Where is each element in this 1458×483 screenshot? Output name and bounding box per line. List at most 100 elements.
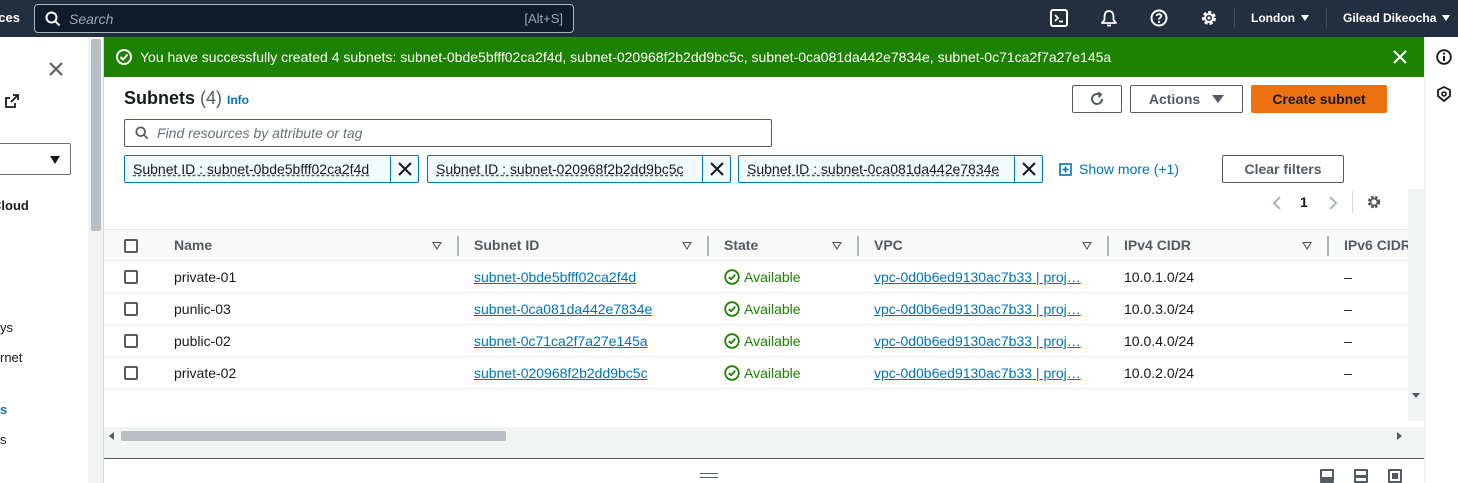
filter-search-input[interactable] xyxy=(157,124,757,142)
settings-button[interactable] xyxy=(1199,8,1219,28)
nav-item[interactable]: ys xyxy=(0,320,13,335)
scroll-down-arrow[interactable] xyxy=(1412,393,1420,398)
nav-item-active[interactable]: s xyxy=(0,402,7,417)
account-name: Gilead Dikeocha xyxy=(1343,11,1437,25)
column-header-ipv4-cidr[interactable]: IPv4 CIDR xyxy=(1124,230,1191,262)
column-resizer[interactable] xyxy=(1327,236,1329,256)
help-button[interactable] xyxy=(1149,8,1169,28)
row-checkbox[interactable] xyxy=(124,334,138,348)
chevron-left-icon[interactable] xyxy=(1271,195,1283,211)
actions-button[interactable]: Actions xyxy=(1130,85,1243,113)
vpc-filter-select[interactable] xyxy=(0,143,71,175)
table-row[interactable]: punlic-03 subnet-0ca081da442e7834e Avail… xyxy=(104,293,1408,325)
show-more-filters-link[interactable]: Show more (+1) xyxy=(1059,155,1179,183)
cell-subnet-id-link[interactable]: subnet-020968f2b2dd9bc5c xyxy=(474,357,648,389)
content-vertical-scrollbar[interactable] xyxy=(1408,189,1424,421)
shield-icon[interactable] xyxy=(1436,86,1452,102)
services-label: Services xyxy=(0,10,20,25)
close-icon[interactable] xyxy=(1392,49,1408,65)
sort-icon[interactable] xyxy=(832,242,842,250)
table-row[interactable]: private-01 subnet-0bde5bfff02ca2f4d Avai… xyxy=(104,261,1408,293)
table-row[interactable]: private-02 subnet-020968f2b2dd9bc5c Avai… xyxy=(104,357,1408,389)
expand-icon xyxy=(1059,163,1072,176)
column-header-ipv6-cidr[interactable]: IPv6 CIDR xyxy=(1344,230,1408,262)
cell-subnet-id-link[interactable]: subnet-0c71ca2f7a27e145a xyxy=(474,325,648,357)
scroll-left-arrow[interactable] xyxy=(109,432,114,440)
cell-vpc-link[interactable]: vpc-0d0b6ed9130ac7b33 | proj… xyxy=(874,325,1089,357)
global-search-input[interactable] xyxy=(69,9,489,28)
help-icon xyxy=(1150,9,1168,27)
cloudshell-button[interactable] xyxy=(1049,8,1069,28)
cell-subnet-id-link[interactable]: subnet-0bde5bfff02ca2f4d xyxy=(474,261,636,293)
column-header-name[interactable]: Name xyxy=(174,230,212,262)
filter-search-box[interactable] xyxy=(124,119,772,147)
cell-vpc-link[interactable]: vpc-0d0b6ed9130ac7b33 | proj… xyxy=(874,261,1089,293)
scrollbar-thumb[interactable] xyxy=(121,431,506,441)
table-row[interactable]: public-02 subnet-0c71ca2f7a27e145a Avail… xyxy=(104,325,1408,357)
services-menu[interactable]: Services xyxy=(0,0,20,37)
column-header-vpc[interactable]: VPC xyxy=(874,230,903,262)
state-label: Available xyxy=(744,333,801,349)
caret-down-icon xyxy=(1212,95,1225,103)
flash-message: You have successfully created 4 subnets:… xyxy=(140,49,1112,65)
sort-icon[interactable] xyxy=(1302,242,1312,250)
nav-item[interactable]: rnet xyxy=(0,350,22,365)
global-search-box[interactable]: [Alt+S] xyxy=(34,4,574,33)
filter-token-label[interactable]: Subnet ID : subnet-0ca081da442e7834e xyxy=(747,156,1012,182)
success-icon xyxy=(116,49,132,65)
remove-filter-button[interactable] xyxy=(1014,156,1042,182)
current-page-number[interactable]: 1 xyxy=(1300,194,1308,210)
select-all-checkbox[interactable] xyxy=(124,239,138,253)
info-icon[interactable] xyxy=(1436,49,1452,65)
caret-down-icon xyxy=(1442,15,1451,21)
row-checkbox[interactable] xyxy=(124,270,138,284)
region-label: London xyxy=(1251,11,1295,25)
region-selector[interactable]: London xyxy=(1251,0,1309,37)
remove-filter-icon xyxy=(1022,162,1036,176)
cell-vpc-link[interactable]: vpc-0d0b6ed9130ac7b33 | proj… xyxy=(874,357,1089,389)
column-resizer[interactable] xyxy=(457,236,459,256)
remove-filter-button[interactable] xyxy=(390,156,418,182)
split-full-icon[interactable] xyxy=(1388,469,1402,483)
nav-scrollbar[interactable] xyxy=(88,37,104,483)
filter-token-label[interactable]: Subnet ID : subnet-0bde5bfff02ca2f4d xyxy=(133,156,385,182)
column-header-state[interactable]: State xyxy=(724,230,758,262)
row-checkbox[interactable] xyxy=(124,366,138,380)
sort-icon[interactable] xyxy=(432,242,442,250)
column-header-subnet-id[interactable]: Subnet ID xyxy=(474,230,539,262)
cell-name: punlic-03 xyxy=(174,301,231,317)
cell-vpc-link[interactable]: vpc-0d0b6ed9130ac7b33 | proj… xyxy=(874,293,1089,325)
gear-icon[interactable] xyxy=(1366,194,1382,210)
filter-token-label[interactable]: Subnet ID : subnet-020968f2b2dd9bc5c xyxy=(436,156,698,182)
clear-filters-button[interactable]: Clear filters xyxy=(1222,155,1344,183)
chevron-right-icon[interactable] xyxy=(1327,195,1339,211)
split-middle-icon[interactable] xyxy=(1354,469,1368,483)
topbar-divider xyxy=(1234,8,1235,28)
sort-icon[interactable] xyxy=(682,242,692,250)
sort-icon[interactable] xyxy=(1082,242,1092,250)
remove-filter-button[interactable] xyxy=(702,156,730,182)
nav-section-heading[interactable]: Cloud xyxy=(0,198,29,213)
create-subnet-button[interactable]: Create subnet xyxy=(1251,85,1387,113)
column-resizer[interactable] xyxy=(707,236,709,256)
notifications-button[interactable] xyxy=(1099,8,1119,28)
external-link[interactable] xyxy=(4,93,20,114)
column-resizer[interactable] xyxy=(857,236,859,256)
nav-item[interactable]: s xyxy=(0,432,7,447)
show-more-label: Show more (+1) xyxy=(1079,161,1179,177)
cell-subnet-id-link[interactable]: subnet-0ca081da442e7834e xyxy=(474,293,652,325)
table-horizontal-scrollbar[interactable] xyxy=(104,428,1408,444)
resize-handle[interactable] xyxy=(700,473,718,478)
close-navigation-button[interactable] xyxy=(48,61,64,82)
row-checkbox[interactable] xyxy=(124,302,138,316)
scroll-right-arrow[interactable] xyxy=(1397,432,1402,440)
success-icon xyxy=(724,301,740,317)
pagination-divider xyxy=(1352,191,1353,213)
split-bottom-icon[interactable] xyxy=(1320,469,1334,483)
filter-token: Subnet ID : subnet-0bde5bfff02ca2f4d xyxy=(124,155,419,183)
account-menu[interactable]: Gilead Dikeocha xyxy=(1343,0,1451,37)
scrollbar-thumb[interactable] xyxy=(91,39,101,231)
info-link[interactable]: Info xyxy=(227,93,249,107)
refresh-button[interactable] xyxy=(1072,85,1122,113)
column-resizer[interactable] xyxy=(1107,236,1109,256)
